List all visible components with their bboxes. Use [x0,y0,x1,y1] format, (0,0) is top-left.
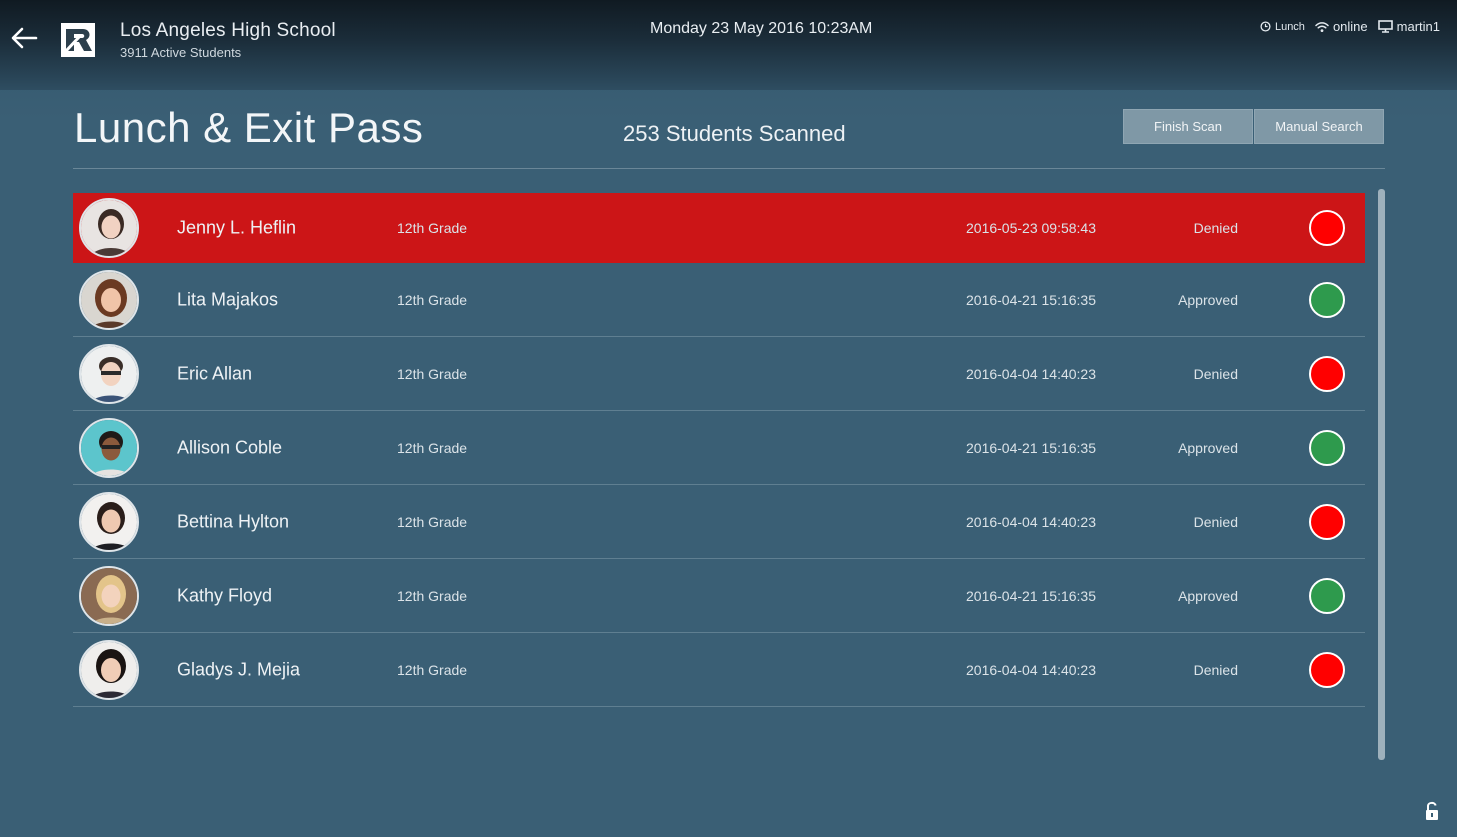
app: Los Angeles High School 3911 Active Stud… [0,0,1457,837]
user-status[interactable]: martin1 [1377,19,1440,34]
avatar [79,491,139,552]
status-indicator [1309,503,1345,540]
manual-search-button[interactable]: Manual Search [1254,109,1384,144]
lunch-status: Lunch [1260,21,1305,33]
table-row[interactable]: Eric Allan 12th Grade 2016-04-04 14:40:2… [73,337,1365,411]
scan-result: Approved [1178,291,1238,308]
table-row[interactable]: Bettina Hylton 12th Grade 2016-04-04 14:… [73,485,1365,559]
status-indicator [1309,651,1345,688]
student-name: Eric Allan [177,363,253,383]
active-students-count: 3911 Active Students [120,45,242,60]
avatar [79,197,139,258]
wifi-icon [1315,21,1329,32]
user-label: martin1 [1396,19,1440,34]
status-bar: Lunch online martin1 [1250,19,1440,34]
scan-result: Approved [1178,587,1238,604]
student-grade: 12th Grade [397,513,468,530]
top-bar: Los Angeles High School 3911 Active Stud… [0,0,1457,90]
lunch-label: Lunch [1274,20,1305,33]
scan-result: Denied [1193,661,1238,678]
student-grade: 12th Grade [397,661,468,678]
student-grade: 12th Grade [397,439,468,456]
avatar [79,639,139,700]
status-indicator [1309,209,1345,246]
school-name: Los Angeles High School [120,20,336,41]
status-indicator [1309,281,1345,318]
avatar [79,269,139,330]
scan-result: Denied [1193,219,1238,236]
table-row[interactable]: Kathy Floyd 12th Grade 2016-04-21 15:16:… [73,559,1365,633]
arrow-left-icon[interactable] [8,22,40,54]
unlock-icon[interactable] [1423,800,1441,822]
monitor-icon [1377,20,1393,33]
student-name: Lita Majakos [177,289,279,309]
student-grade: 12th Grade [397,365,468,382]
status-indicator [1309,429,1345,466]
connection-status: online [1315,19,1368,34]
student-name: Allison Coble [177,437,283,457]
avatar [79,565,139,626]
page-title: Lunch & Exit Pass [74,104,424,151]
scan-timestamp: 2016-05-23 09:58:43 [966,219,1096,236]
current-datetime: Monday 23 May 2016 10:23AM [650,20,873,37]
finish-scan-button[interactable]: Finish Scan [1123,109,1253,144]
scan-timestamp: 2016-04-21 15:16:35 [966,587,1096,604]
avatar [79,343,139,404]
clock-icon [1260,21,1271,32]
status-indicator [1309,577,1345,614]
student-name: Jenny L. Heflin [177,217,297,237]
title-divider [73,168,1385,169]
avatar [79,417,139,478]
student-grade: 12th Grade [397,291,468,308]
student-name: Gladys J. Mejia [177,659,301,679]
student-name: Kathy Floyd [177,585,273,605]
student-grade: 12th Grade [397,219,468,236]
scan-result: Denied [1193,513,1238,530]
r-logo-icon [61,23,95,57]
student-grade: 12th Grade [397,587,468,604]
table-row[interactable]: Gladys J. Mejia 12th Grade 2016-04-04 14… [73,633,1365,707]
scan-timestamp: 2016-04-21 15:16:35 [966,439,1096,456]
scan-timestamp: 2016-04-21 15:16:35 [966,291,1096,308]
list-scrollbar[interactable] [1378,189,1385,760]
student-list: Jenny L. Heflin 12th Grade 2016-05-23 09… [73,193,1365,707]
scan-timestamp: 2016-04-04 14:40:23 [966,513,1096,530]
status-indicator [1309,355,1345,392]
scan-count: 253 Students Scanned [623,121,846,146]
scan-result: Approved [1178,439,1238,456]
table-row[interactable]: Allison Coble 12th Grade 2016-04-21 15:1… [73,411,1365,485]
scan-result: Denied [1193,365,1238,382]
table-row[interactable]: Jenny L. Heflin 12th Grade 2016-05-23 09… [73,193,1365,263]
scan-timestamp: 2016-04-04 14:40:23 [966,661,1096,678]
online-label: online [1332,19,1368,34]
student-name: Bettina Hylton [177,511,290,531]
scan-timestamp: 2016-04-04 14:40:23 [966,365,1096,382]
table-row[interactable]: Lita Majakos 12th Grade 2016-04-21 15:16… [73,263,1365,337]
